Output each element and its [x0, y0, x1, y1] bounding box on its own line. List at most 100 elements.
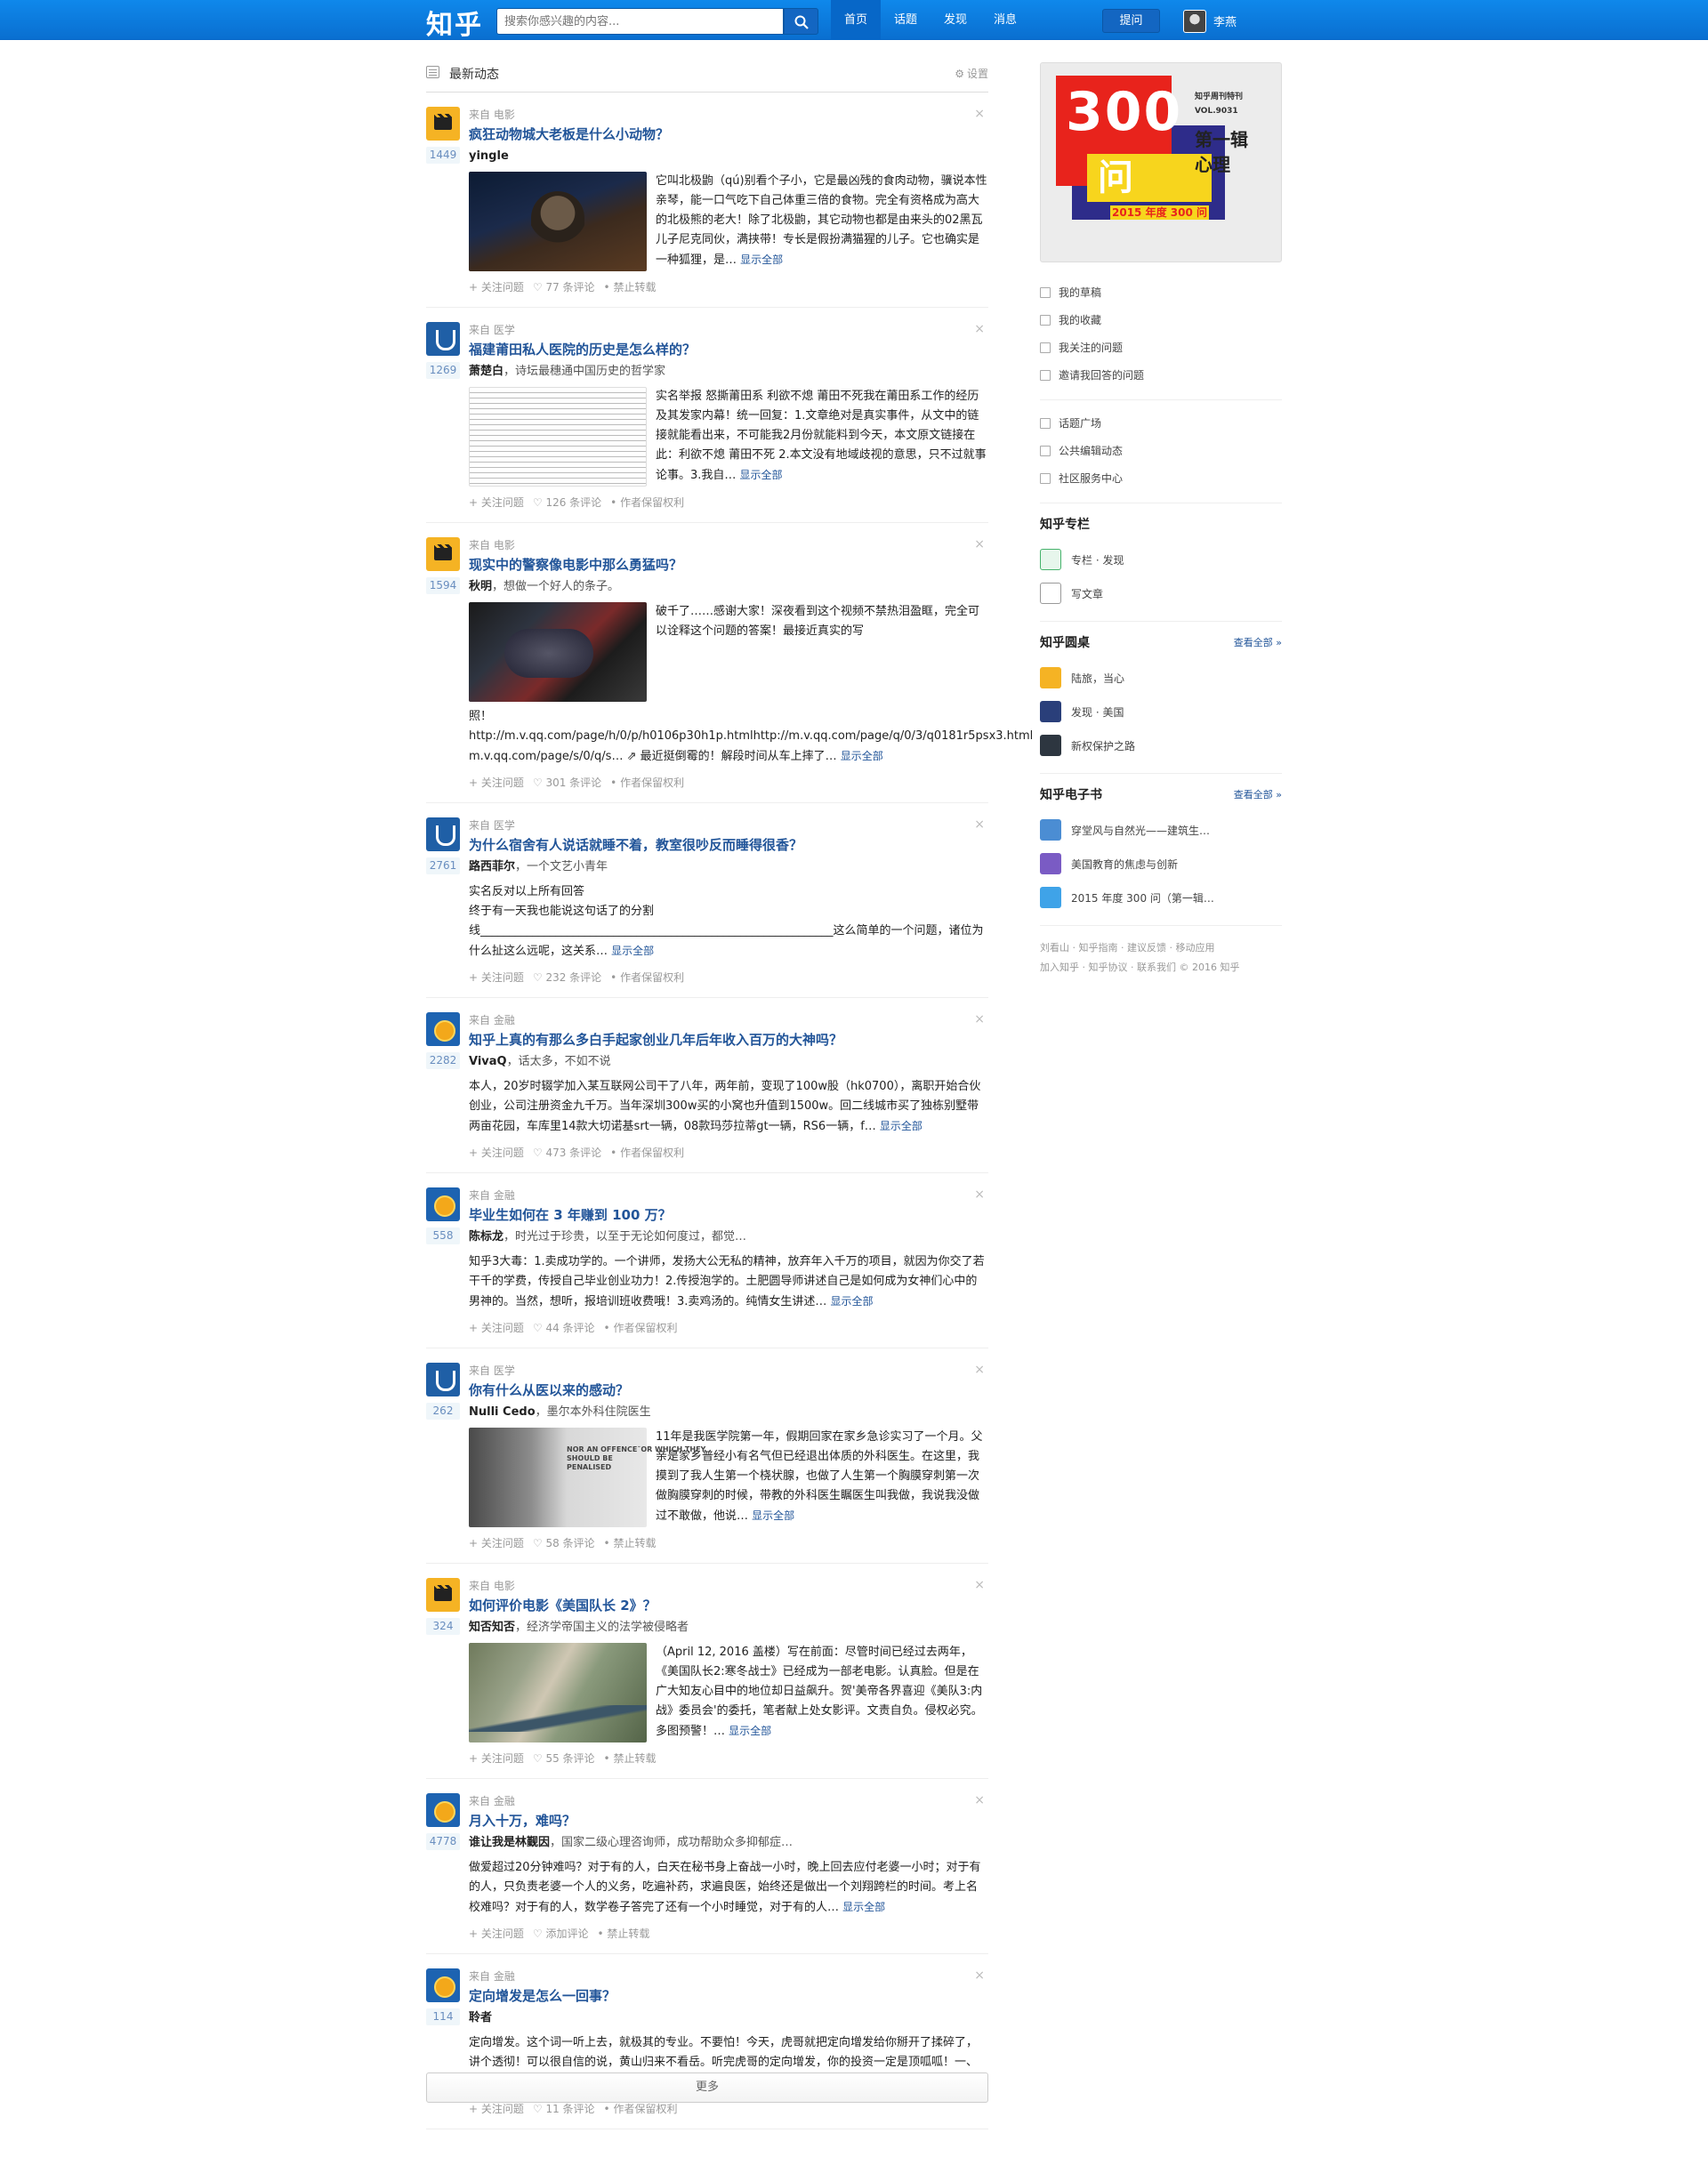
vote-count[interactable]: 1449: [426, 147, 460, 164]
close-icon[interactable]: ×: [974, 1012, 985, 1026]
column-discover[interactable]: 专栏 · 发现: [1040, 543, 1282, 576]
link-service-center[interactable]: 社区服务中心: [1040, 464, 1282, 492]
close-icon[interactable]: ×: [974, 1968, 985, 1983]
search-button[interactable]: [784, 8, 818, 35]
ebook-item[interactable]: 2015 年度 300 问（第一辑…: [1040, 881, 1282, 914]
follow-question-link[interactable]: + 关注问题: [469, 281, 524, 294]
question-title[interactable]: 疯狂动物城大老板是什么小动物？: [469, 125, 988, 144]
topic-avatar[interactable]: [426, 107, 460, 141]
follow-question-link[interactable]: + 关注问题: [469, 1752, 524, 1765]
answer-thumbnail[interactable]: [469, 1428, 705, 1527]
search-box[interactable]: [496, 8, 784, 35]
question-title[interactable]: 为什么宿舍有人说话就睡不着，教室很吵反而睡得很香？: [469, 835, 988, 855]
question-title[interactable]: 毕业生如何在 3 年赚到 100 万？: [469, 1205, 988, 1225]
topic-avatar[interactable]: [426, 537, 460, 571]
comments-link[interactable]: ♡ 301 条评论: [533, 777, 601, 789]
topic-avatar[interactable]: [426, 1363, 460, 1396]
question-title[interactable]: 月入十万，难吗？: [469, 1811, 988, 1831]
vote-count[interactable]: 114: [426, 2008, 460, 2025]
show-all-link[interactable]: 显示全部: [611, 945, 654, 957]
roundtable-more-link[interactable]: 查看全部 »: [1234, 634, 1282, 652]
close-icon[interactable]: ×: [974, 1363, 985, 1377]
answer-excerpt[interactable]: 11年是我医学院第一年，假期回家在家乡急诊实习了一个月。父亲是家乡普经小有名气但…: [656, 1428, 988, 1527]
show-all-link[interactable]: 显示全部: [842, 1901, 885, 1913]
vote-count[interactable]: 558: [426, 1227, 460, 1244]
roundtable-item[interactable]: 陆旅，当心: [1040, 661, 1282, 695]
vote-count[interactable]: 262: [426, 1403, 460, 1420]
follow-question-link[interactable]: + 关注问题: [469, 1928, 524, 1940]
follow-question-link[interactable]: + 关注问题: [469, 1147, 524, 1159]
topic-avatar[interactable]: [426, 817, 460, 851]
answer-excerpt-cont[interactable]: 照！http://m.v.qq.com/page/h/0/p/h0106p30h…: [469, 707, 1033, 767]
answer-thumbnail[interactable]: [469, 172, 647, 271]
follow-question-link[interactable]: + 关注问题: [469, 1537, 524, 1549]
comments-link[interactable]: ♡ 126 条评论: [533, 496, 601, 509]
answer-excerpt[interactable]: 知乎3大毒：1.卖成功学的。一个讲师，发扬大公无私的精神，放弃年入千万的项目，就…: [469, 1252, 988, 1312]
user-menu[interactable]: 李燕: [1183, 9, 1237, 33]
roundtable-item[interactable]: 新权保护之路: [1040, 728, 1282, 762]
close-icon[interactable]: ×: [974, 107, 985, 121]
answer-thumbnail[interactable]: [469, 387, 647, 487]
comments-link[interactable]: ♡ 44 条评论: [533, 1322, 595, 1334]
author-name[interactable]: 知否知否: [469, 1621, 515, 1634]
footer-line-1[interactable]: 刘看山 · 知乎指南 · 建议反馈 · 移动应用: [1040, 938, 1282, 958]
answer-excerpt[interactable]: 实名举报 怒撕莆田系 利欲不熄 莆田不死我在莆田系工作的经历及其发家内幕！统一回…: [656, 387, 988, 487]
author-name[interactable]: 路西菲尔: [469, 860, 515, 873]
topic-avatar[interactable]: [426, 1012, 460, 1046]
topic-avatar[interactable]: [426, 1793, 460, 1827]
comments-link[interactable]: ♡ 473 条评论: [533, 1147, 601, 1159]
vote-count[interactable]: 1594: [426, 577, 460, 594]
close-icon[interactable]: ×: [974, 817, 985, 832]
follow-question-link[interactable]: + 关注问题: [469, 1322, 524, 1334]
answer-thumbnail[interactable]: [469, 602, 647, 702]
answer-excerpt[interactable]: 破千了……感谢大家！深夜看到这个视频不禁热泪盈眶，完全可以诠释这个问题的答案！最…: [656, 602, 988, 702]
question-title[interactable]: 知乎上真的有那么多白手起家创业几年后年收入百万的大神吗？: [469, 1030, 988, 1050]
roundtable-item[interactable]: 发现 · 美国: [1040, 695, 1282, 728]
question-title[interactable]: 如何评价电影《美国队长 2》？: [469, 1596, 988, 1615]
link-topic-square[interactable]: 话题广场: [1040, 409, 1282, 437]
close-icon[interactable]: ×: [974, 322, 985, 336]
author-name[interactable]: yingle: [469, 149, 509, 163]
link-drafts[interactable]: 我的草稿: [1040, 278, 1282, 306]
promo-banner[interactable]: 300 问 2015 年度 300 问 知乎周刊特刊 VOL.9031 第一辑 …: [1040, 62, 1282, 262]
zhihu-logo[interactable]: 知乎: [426, 3, 483, 42]
vote-count[interactable]: 1269: [426, 362, 460, 379]
answer-excerpt[interactable]: 它叫北极鼩（qú)别看个子小，它是最凶残的食肉动物，骥说本性亲琴，能一口气吃下自…: [656, 172, 988, 271]
nav-topics[interactable]: 话题: [881, 0, 931, 40]
show-all-link[interactable]: 显示全部: [729, 1725, 771, 1737]
ask-button[interactable]: 提问: [1102, 9, 1160, 33]
vote-count[interactable]: 4778: [426, 1833, 460, 1850]
author-name[interactable]: VivaQ: [469, 1055, 507, 1068]
ebook-more-link[interactable]: 查看全部 »: [1234, 786, 1282, 804]
follow-question-link[interactable]: + 关注问题: [469, 971, 524, 984]
follow-question-link[interactable]: + 关注问题: [469, 2103, 524, 2115]
comments-link[interactable]: ♡ 58 条评论: [533, 1537, 595, 1549]
link-followed-questions[interactable]: 我关注的问题: [1040, 334, 1282, 361]
close-icon[interactable]: ×: [974, 1578, 985, 1592]
close-icon[interactable]: ×: [974, 1187, 985, 1202]
show-all-link[interactable]: 显示全部: [831, 1295, 874, 1308]
topic-avatar[interactable]: [426, 322, 460, 356]
topic-avatar[interactable]: [426, 1578, 460, 1612]
question-title[interactable]: 定向增发是怎么一回事？: [469, 1986, 988, 2006]
nav-home[interactable]: 首页: [831, 0, 882, 40]
load-more-button[interactable]: 更多: [426, 2072, 988, 2103]
question-title[interactable]: 福建莆田私人医院的历史是怎么样的？: [469, 340, 988, 359]
author-name[interactable]: Nulli Cedo: [469, 1405, 536, 1419]
nav-explore[interactable]: 发现: [931, 0, 980, 40]
show-all-link[interactable]: 显示全部: [740, 469, 783, 481]
answer-excerpt[interactable]: 做爱超过20分钟难吗？对于有的人，白天在秘书身上奋战一小时，晚上回去应付老婆一小…: [469, 1858, 988, 1918]
vote-count[interactable]: 2282: [426, 1052, 460, 1069]
question-title[interactable]: 现实中的警察像电影中那么勇猛吗？: [469, 555, 988, 575]
show-all-link[interactable]: 显示全部: [880, 1120, 922, 1132]
comments-link[interactable]: ♡ 55 条评论: [533, 1752, 595, 1765]
answer-excerpt[interactable]: （April 12, 2016 盖楼）写在前面：尽管时间已经过去两年，《美国队长…: [656, 1643, 988, 1742]
topic-avatar[interactable]: [426, 1968, 460, 2002]
nav-messages[interactable]: 消息: [980, 0, 1030, 40]
close-icon[interactable]: ×: [974, 1793, 985, 1807]
feed-settings-link[interactable]: ⚙ 设置: [955, 66, 988, 81]
vote-count[interactable]: 2761: [426, 857, 460, 874]
comments-link[interactable]: ♡ 232 条评论: [533, 971, 601, 984]
link-collections[interactable]: 我的收藏: [1040, 306, 1282, 334]
answer-excerpt[interactable]: 实名反对以上所有回答 终于有一天我也能说这句话了的分割 线___________…: [469, 882, 988, 962]
